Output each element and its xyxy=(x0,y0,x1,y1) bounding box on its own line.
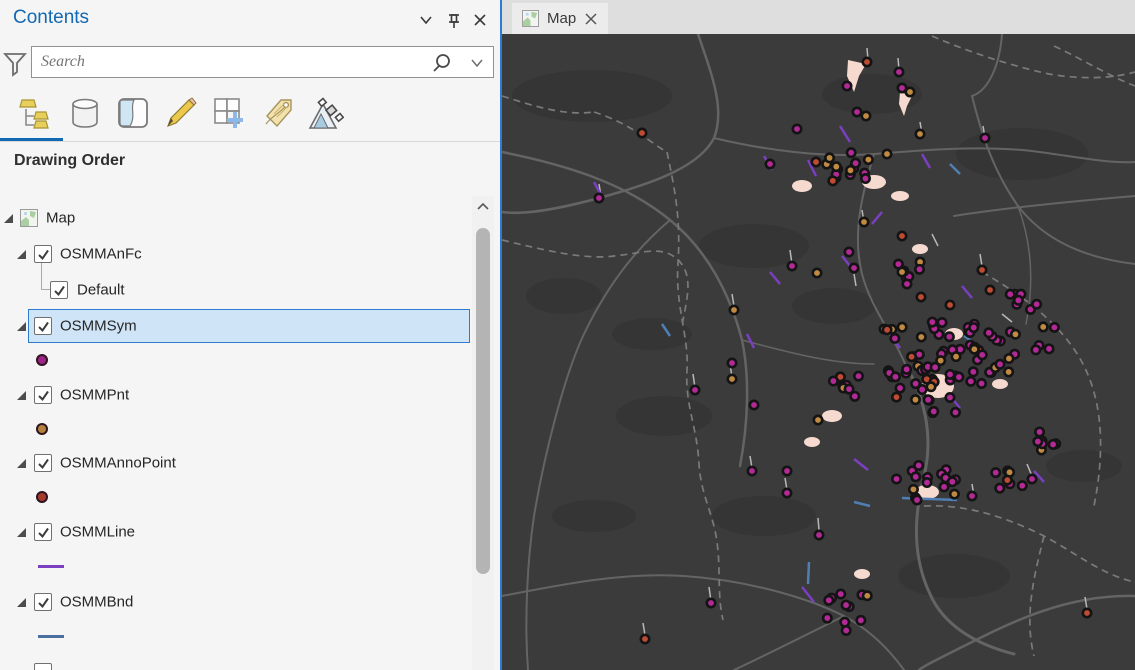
toolbar-divider xyxy=(0,141,500,142)
list-by-snapping-icon[interactable] xyxy=(210,94,248,132)
arcgis-window: Contents Search Drawing Order Map OSMMAn… xyxy=(0,0,1135,670)
tree-item-label: Default xyxy=(77,281,125,299)
tree-item-label: OSMMLine xyxy=(60,523,136,541)
view-tab-strip: Map xyxy=(502,0,1135,34)
tree-item-label: Map xyxy=(46,209,76,227)
panel-close-icon[interactable] xyxy=(471,11,489,29)
symbol-row-osmmline[interactable] xyxy=(0,549,470,583)
tree-item-partial[interactable] xyxy=(0,659,470,670)
list-by-editing-icon[interactable] xyxy=(162,94,200,132)
line-symbol-swatch[interactable] xyxy=(38,565,64,568)
symbol-row-osmmbnd[interactable] xyxy=(0,619,470,653)
point-symbol-swatch[interactable] xyxy=(36,423,48,435)
tree-item-osmmline[interactable]: OSMMLine xyxy=(0,515,470,549)
tree-item-osmmanfc[interactable]: OSMMAnFc xyxy=(0,237,470,271)
tab-close-icon[interactable] xyxy=(584,12,598,26)
layer-checkbox[interactable] xyxy=(34,593,52,611)
tree-item-label: OSMMSym xyxy=(60,317,137,335)
list-by-drawing-order-icon[interactable] xyxy=(16,94,54,132)
tree-scrollbar[interactable] xyxy=(472,196,494,670)
tree-item-label: OSMMAnFc xyxy=(60,245,142,263)
list-by-labeling-icon[interactable] xyxy=(258,94,296,132)
tree-item-default[interactable]: Default xyxy=(0,263,470,307)
tree-item-osmmsym-selected[interactable]: OSMMSym xyxy=(0,309,470,343)
expand-triangle-icon[interactable] xyxy=(4,214,13,223)
tree-item-map[interactable]: Map xyxy=(0,201,470,235)
point-symbol-swatch[interactable] xyxy=(36,354,48,366)
layer-checkbox[interactable] xyxy=(34,245,52,263)
expand-triangle-icon[interactable] xyxy=(17,250,26,259)
layer-checkbox[interactable] xyxy=(34,317,52,335)
map-thumbnail-icon xyxy=(522,10,539,27)
point-symbol-swatch[interactable] xyxy=(36,491,48,503)
expand-triangle-icon[interactable] xyxy=(17,598,26,607)
search-box xyxy=(31,46,494,78)
tree-connector xyxy=(41,263,50,290)
list-by-data-source-icon[interactable] xyxy=(66,94,104,132)
tree-item-osmmpnt[interactable]: OSMMPnt xyxy=(0,378,470,412)
expand-triangle-icon[interactable] xyxy=(17,459,26,468)
scroll-up-icon[interactable] xyxy=(476,200,490,214)
map-view-tab[interactable]: Map xyxy=(512,3,609,34)
map-thumbnail-icon xyxy=(20,209,38,227)
tree-item-label: OSMMPnt xyxy=(60,386,130,404)
layer-checkbox[interactable] xyxy=(34,454,52,472)
layer-checkbox[interactable] xyxy=(50,281,68,299)
layer-checkbox[interactable] xyxy=(34,523,52,541)
panel-collapse-chevron-icon[interactable] xyxy=(417,11,435,29)
list-by-selection-icon[interactable] xyxy=(114,94,152,132)
panel-title: Contents xyxy=(13,7,90,28)
section-heading: Drawing Order xyxy=(14,152,126,169)
layer-tree: Map OSMMAnFc Default OSMMSym OSMMPnt OSM… xyxy=(0,196,472,670)
map-render xyxy=(500,32,1135,670)
pin-icon[interactable] xyxy=(445,11,463,29)
expand-triangle-icon[interactable] xyxy=(17,322,26,331)
search-input[interactable] xyxy=(32,47,493,77)
layer-checkbox[interactable] xyxy=(34,386,52,404)
map-canvas[interactable] xyxy=(500,32,1135,670)
layer-checkbox[interactable] xyxy=(34,663,52,670)
expand-triangle-icon[interactable] xyxy=(17,391,26,400)
map-pane: Map xyxy=(500,0,1135,670)
list-by-perspective-icon[interactable] xyxy=(306,94,344,132)
line-symbol-swatch[interactable] xyxy=(38,635,64,638)
tree-item-label: OSMMAnnoPoint xyxy=(60,454,176,472)
symbol-row-osmmsym[interactable] xyxy=(0,343,470,377)
contents-panel: Contents Search Drawing Order Map OSMMAn… xyxy=(0,0,502,670)
scrollbar-thumb[interactable] xyxy=(476,228,490,574)
tree-item-osmmannopoint[interactable]: OSMMAnnoPoint xyxy=(0,446,470,480)
expand-triangle-icon[interactable] xyxy=(17,528,26,537)
tab-label: Map xyxy=(547,10,577,27)
filter-icon[interactable] xyxy=(3,51,27,77)
symbol-row-osmmpnt[interactable] xyxy=(0,412,470,446)
tree-item-osmmbnd[interactable]: OSMMBnd xyxy=(0,585,470,619)
tree-item-label: OSMMBnd xyxy=(60,593,134,611)
search-options-chevron-icon[interactable] xyxy=(469,55,485,71)
symbol-row-osmmannopoint[interactable] xyxy=(0,480,470,514)
search-icon[interactable] xyxy=(431,52,453,74)
